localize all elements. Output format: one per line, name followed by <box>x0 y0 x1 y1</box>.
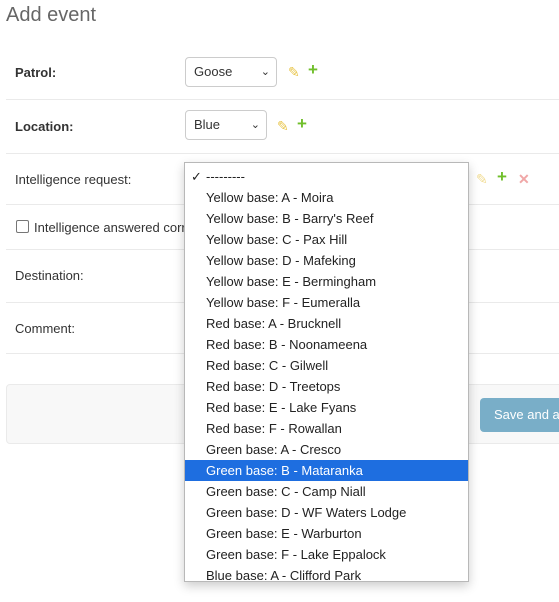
dropdown-option[interactable]: Green base: A - Cresco <box>185 439 468 460</box>
dropdown-option[interactable]: Red base: D - Treetops <box>185 376 468 397</box>
intelligence-request-dropdown[interactable]: ✓ --------- Yellow base: A - Moira Yellow b… <box>184 162 469 582</box>
dropdown-option-label: Green base: E - Warburton <box>206 526 362 541</box>
dropdown-option-label: Yellow base: C - Pax Hill <box>206 232 348 247</box>
dropdown-option-label: Blue base: A - Clifford Park <box>206 568 362 582</box>
dropdown-option[interactable]: Yellow base: D - Mafeking <box>185 250 468 271</box>
chevron-down-icon: ⌄ <box>250 119 260 131</box>
dropdown-option-label: --------- <box>206 169 245 184</box>
intelligence-answered-checkbox[interactable] <box>16 220 29 233</box>
pencil-icon[interactable]: ✎ <box>476 172 488 186</box>
patrol-select-value: Goose <box>194 64 233 79</box>
dropdown-option-label: Red base: B - Noonameena <box>206 337 368 352</box>
location-select[interactable]: Blue ⌄ <box>185 110 267 140</box>
dropdown-option-label: Green base: A - Cresco <box>206 442 342 457</box>
dropdown-option[interactable]: Yellow base: E - Bermingham <box>185 271 468 292</box>
dropdown-option-label: Yellow base: D - Mafeking <box>206 253 356 268</box>
dropdown-option[interactable]: Yellow base: A - Moira <box>185 187 468 208</box>
dropdown-option-label: Red base: F - Rowallan <box>206 421 342 436</box>
dropdown-option-label: Yellow base: B - Barry's Reef <box>206 211 374 226</box>
page-title: Add event <box>6 4 97 26</box>
dropdown-option[interactable]: Yellow base: B - Barry's Reef <box>185 208 468 229</box>
intelligence-request-label: Intelligence request: <box>15 172 132 187</box>
location-row: Location: Blue ⌄ ✎ + <box>6 100 559 154</box>
dropdown-option[interactable]: Green base: B - Mataranka <box>185 460 468 481</box>
dropdown-option[interactable]: Red base: E - Lake Fyans <box>185 397 468 418</box>
chevron-down-icon: ⌄ <box>260 66 270 78</box>
dropdown-option-label: Red base: A - Brucknell <box>206 316 342 331</box>
location-select-value: Blue <box>194 117 221 132</box>
dropdown-option[interactable]: Red base: C - Gilwell <box>185 355 468 376</box>
dropdown-option-label: Green base: C - Camp Niall <box>206 484 366 499</box>
dropdown-option-label: Yellow base: F - Eumeralla <box>206 295 361 310</box>
intelligence-answered-label: Intelligence answered corr <box>34 220 186 235</box>
patrol-row: Patrol: Goose ⌄ ✎ + <box>6 46 559 100</box>
dropdown-option[interactable]: Blue base: A - Clifford Park <box>185 565 468 582</box>
checkmark-icon: ✓ <box>191 169 202 184</box>
dropdown-option[interactable]: Green base: E - Warburton <box>185 523 468 544</box>
dropdown-option-label: Green base: D - WF Waters Lodge <box>206 505 407 520</box>
dropdown-option-label: Red base: D - Treetops <box>206 379 341 394</box>
dropdown-options: ✓ --------- Yellow base: A - Moira Yellow b… <box>185 163 468 582</box>
dropdown-option-label: Yellow base: E - Bermingham <box>206 274 377 289</box>
save-and-add-button[interactable]: Save and ac <box>480 398 559 432</box>
dropdown-option-label: Green base: F - Lake Eppalock <box>206 547 386 562</box>
plus-icon[interactable]: + <box>297 115 307 132</box>
location-label: Location: <box>15 119 74 134</box>
patrol-select[interactable]: Goose ⌄ <box>185 57 277 87</box>
dropdown-option[interactable]: Yellow base: F - Eumeralla <box>185 292 468 313</box>
dropdown-option-label: Red base: C - Gilwell <box>206 358 329 373</box>
plus-icon[interactable]: + <box>308 61 318 78</box>
dropdown-option-label: Red base: E - Lake Fyans <box>206 400 357 415</box>
dropdown-option[interactable]: Green base: F - Lake Eppalock <box>185 544 468 565</box>
pencil-icon[interactable]: ✎ <box>277 119 289 133</box>
dropdown-option-label: Yellow base: A - Moira <box>206 190 334 205</box>
destination-label: Destination: <box>15 268 84 283</box>
dropdown-option[interactable]: Green base: D - WF Waters Lodge <box>185 502 468 523</box>
dropdown-option[interactable]: Red base: A - Brucknell <box>185 313 468 334</box>
dropdown-option[interactable]: Red base: B - Noonameena <box>185 334 468 355</box>
plus-icon[interactable]: + <box>497 168 507 185</box>
dropdown-option[interactable]: Yellow base: C - Pax Hill <box>185 229 468 250</box>
dropdown-option[interactable]: Green base: C - Camp Niall <box>185 481 468 502</box>
patrol-label: Patrol: <box>15 65 57 80</box>
dropdown-option-label: Green base: B - Mataranka <box>206 463 363 478</box>
comment-label: Comment: <box>15 321 75 336</box>
pencil-icon[interactable]: ✎ <box>288 65 300 79</box>
close-icon[interactable]: ✕ <box>518 172 530 186</box>
dropdown-option[interactable]: Red base: F - Rowallan <box>185 418 468 439</box>
dropdown-option[interactable]: ✓ --------- <box>185 166 468 187</box>
